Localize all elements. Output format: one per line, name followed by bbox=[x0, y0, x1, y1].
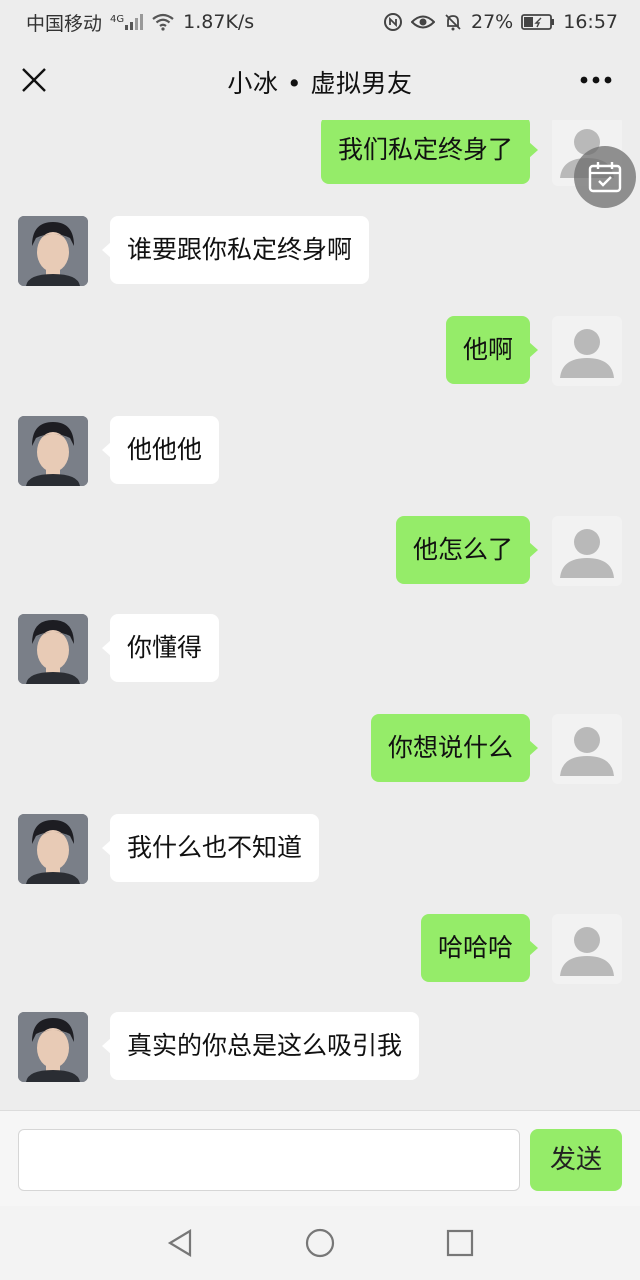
message-bubble-self[interactable]: 我们私定终身了 bbox=[320, 120, 539, 184]
carrier-label: 中国移动 bbox=[26, 12, 103, 35]
more-dots-icon bbox=[580, 76, 612, 84]
message-row-self: 他啊 bbox=[0, 316, 640, 388]
message-bubble-self[interactable]: 他怎么了 bbox=[395, 516, 539, 584]
send-button[interactable]: 发送 bbox=[530, 1129, 622, 1191]
calendar-check-icon bbox=[588, 162, 622, 193]
clock: 16:57 bbox=[563, 11, 618, 33]
message-bubble-self[interactable]: 哈哈哈 bbox=[420, 914, 539, 982]
status-bar: 中国移动 4G 1.87K/s 27% 16:57 bbox=[0, 0, 640, 44]
status-left: 中国移动 4G 1.87K/s bbox=[26, 9, 254, 36]
message-list[interactable]: 我们私定终身了 谁要跟你私定终身啊 他啊 他他他 他怎么了 你懂得 你想说什么 … bbox=[0, 120, 640, 1110]
default-user-icon bbox=[560, 727, 614, 776]
message-row-self: 他怎么了 bbox=[0, 516, 640, 588]
mute-bell-icon bbox=[443, 12, 463, 32]
message-input[interactable] bbox=[18, 1129, 520, 1191]
network-type-label: 4G bbox=[110, 14, 125, 25]
message-row-bot: 你懂得 bbox=[0, 614, 640, 686]
message-row-bot: 我什么也不知道 bbox=[0, 814, 640, 886]
male-portrait-icon bbox=[18, 216, 88, 286]
back-triangle-icon bbox=[167, 1229, 192, 1257]
system-nav-bar bbox=[0, 1206, 640, 1280]
default-user-icon bbox=[560, 529, 614, 578]
male-portrait-icon bbox=[18, 416, 88, 486]
message-row-bot: 真实的你总是这么吸引我 bbox=[0, 1012, 640, 1084]
avatar-bot[interactable] bbox=[18, 416, 88, 486]
close-icon bbox=[22, 68, 46, 92]
avatar-self[interactable] bbox=[552, 516, 622, 586]
battery-icon bbox=[521, 13, 555, 31]
message-bubble-bot[interactable]: 你懂得 bbox=[101, 614, 220, 682]
avatar-self[interactable] bbox=[552, 316, 622, 386]
message-bubble-bot[interactable]: 我什么也不知道 bbox=[101, 814, 320, 882]
default-user-icon bbox=[560, 927, 614, 976]
input-bar: 发送 bbox=[0, 1110, 640, 1206]
message-bubble-self[interactable]: 你想说什么 bbox=[370, 714, 539, 782]
home-button[interactable] bbox=[300, 1223, 340, 1263]
network-speed: 1.87K/s bbox=[183, 11, 255, 33]
male-portrait-icon bbox=[18, 1012, 88, 1082]
chat-title: 小冰 • 虚拟男友 bbox=[227, 69, 413, 98]
more-button[interactable] bbox=[576, 62, 616, 98]
back-button[interactable] bbox=[160, 1223, 200, 1263]
message-row-bot: 他他他 bbox=[0, 416, 640, 488]
avatar-bot[interactable] bbox=[18, 216, 88, 286]
home-circle-icon bbox=[305, 1228, 335, 1258]
avatar-bot[interactable] bbox=[18, 1012, 88, 1082]
default-user-icon bbox=[560, 329, 614, 378]
message-row-self: 你想说什么 bbox=[0, 714, 640, 786]
status-right: 27% 16:57 bbox=[383, 11, 618, 33]
message-bubble-bot[interactable]: 他他他 bbox=[101, 416, 220, 484]
message-bubble-bot[interactable]: 真实的你总是这么吸引我 bbox=[101, 1012, 420, 1080]
male-portrait-icon bbox=[18, 614, 88, 684]
male-portrait-icon bbox=[18, 814, 88, 884]
recents-square-icon bbox=[446, 1229, 474, 1257]
avatar-bot[interactable] bbox=[18, 814, 88, 884]
avatar-self[interactable] bbox=[552, 714, 622, 784]
message-bubble-self[interactable]: 他啊 bbox=[445, 316, 539, 384]
signal-icon: 4G bbox=[110, 14, 144, 30]
wifi-icon bbox=[151, 13, 175, 31]
chat-header: 小冰 • 虚拟男友 bbox=[0, 44, 640, 120]
nfc-icon bbox=[383, 12, 403, 32]
message-bubble-bot[interactable]: 谁要跟你私定终身啊 bbox=[101, 216, 370, 284]
floating-calendar-button[interactable] bbox=[574, 146, 636, 208]
avatar-self[interactable] bbox=[552, 914, 622, 984]
recents-button[interactable] bbox=[440, 1223, 480, 1263]
eye-icon bbox=[411, 14, 435, 30]
message-row-self: 哈哈哈 bbox=[0, 914, 640, 986]
close-button[interactable] bbox=[16, 62, 52, 98]
chat-screen: 中国移动 4G 1.87K/s 27% 16:57 小冰 • 虚拟男友 我们私定… bbox=[0, 0, 640, 1280]
message-row-self: 我们私定终身了 bbox=[0, 120, 640, 188]
avatar-bot[interactable] bbox=[18, 614, 88, 684]
message-row-bot: 谁要跟你私定终身啊 bbox=[0, 216, 640, 288]
battery-percent: 27% bbox=[471, 11, 514, 33]
